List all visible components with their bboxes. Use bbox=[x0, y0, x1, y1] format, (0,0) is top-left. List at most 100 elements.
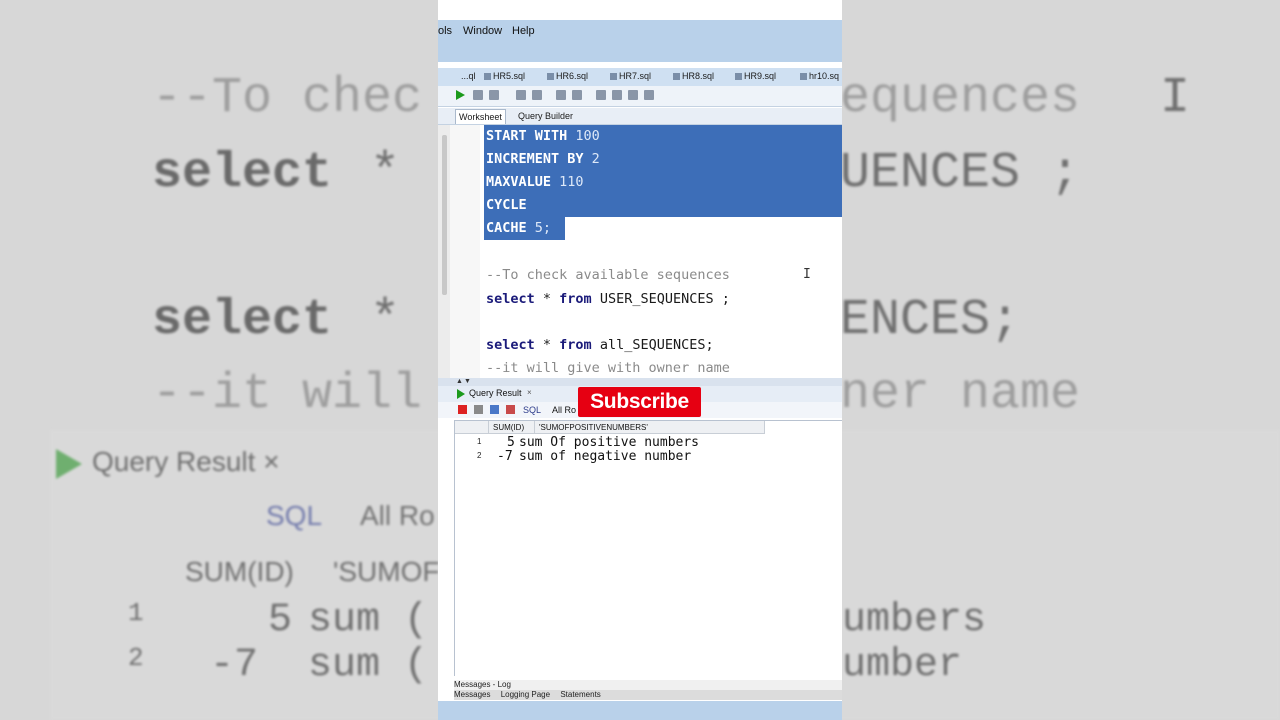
editor-gutter bbox=[438, 125, 450, 378]
tab-query-result[interactable]: Query Result bbox=[469, 388, 522, 398]
cell-text-1[interactable]: sum Of positive numbers bbox=[519, 435, 699, 450]
sql-history-icon[interactable] bbox=[628, 90, 638, 100]
tab-worksheet[interactable]: Worksheet bbox=[455, 109, 506, 124]
bg-select2-right: ENCES; bbox=[840, 292, 1021, 349]
sql-file-icon bbox=[610, 73, 617, 81]
rollback-icon[interactable] bbox=[572, 90, 582, 100]
bg-comment-right: equences bbox=[840, 70, 1081, 127]
collapse-up-icon[interactable]: ▲ bbox=[456, 378, 463, 385]
subscribe-badge[interactable]: Subscribe bbox=[578, 387, 701, 417]
bg-r1-t: sum ( bbox=[308, 598, 429, 643]
query-result-run-icon bbox=[457, 389, 465, 399]
bg-select2: select bbox=[152, 292, 333, 349]
run-statement-icon[interactable] bbox=[456, 90, 465, 100]
text-cursor-icon: I bbox=[803, 267, 811, 282]
menu-tools[interactable]: ols bbox=[438, 25, 452, 37]
code-line-start-with: START WITH 100 bbox=[486, 128, 600, 144]
code-line-cache: CACHE 5; bbox=[486, 220, 552, 236]
explain-plan-icon[interactable] bbox=[516, 90, 526, 100]
sql-button[interactable]: SQL bbox=[523, 405, 541, 415]
code-line-maxvalue: MAXVALUE 110 bbox=[486, 174, 584, 190]
file-tab-hr7[interactable]: HR7.sql bbox=[610, 71, 651, 81]
bg-sql: SQL bbox=[266, 500, 323, 531]
tab-logging-page[interactable]: Logging Page bbox=[501, 690, 550, 699]
worksheet-subtabs: Worksheet Query Builder bbox=[438, 108, 842, 125]
window-bottom-strip bbox=[438, 701, 842, 720]
bg-r1-n: 1 bbox=[128, 598, 144, 628]
code-comment-owner-name: --it will give with owner name bbox=[486, 360, 730, 376]
bg-r2-n: 2 bbox=[128, 643, 144, 673]
unshared-sql-icon[interactable] bbox=[596, 90, 606, 100]
bg-r2-right: umber bbox=[842, 643, 963, 688]
result-grid: SUM(ID) 'SUMOFPOSITIVENUMBERS' 1 5 sum O… bbox=[454, 420, 842, 676]
bg-select1-right: UENCES ; bbox=[840, 145, 1081, 202]
row-number-2: 2 bbox=[477, 451, 482, 460]
run-script-icon[interactable] bbox=[473, 90, 483, 100]
bg-r1-v: 5 bbox=[268, 598, 293, 643]
code-comment-check-sequences: --To check available sequences bbox=[486, 267, 730, 283]
menu-help[interactable]: Help bbox=[512, 25, 535, 37]
bg-col2: 'SUMOFI bbox=[333, 556, 448, 587]
bg-select1: select bbox=[152, 145, 333, 202]
cell-sum-2[interactable]: -7 bbox=[497, 449, 513, 464]
format-icon[interactable] bbox=[644, 90, 654, 100]
bg-col1: SUM(ID) bbox=[185, 556, 294, 587]
bg-r2-v: -7 bbox=[210, 643, 259, 688]
bg-star2: * bbox=[370, 292, 401, 349]
row-number-1: 1 bbox=[477, 437, 482, 446]
sql-editor[interactable]: START WITH 100 INCREMENT BY 2 MAXVALUE 1… bbox=[438, 125, 842, 378]
bg-cursor: I bbox=[1160, 70, 1191, 127]
clear-icon[interactable] bbox=[612, 90, 622, 100]
pin-icon[interactable] bbox=[458, 405, 467, 414]
bg-comment2-right: ner name bbox=[840, 366, 1081, 423]
log-tabs: Messages Logging Page Statements bbox=[454, 690, 842, 700]
tab-query-builder[interactable]: Query Builder bbox=[518, 111, 573, 121]
file-tab-hr10[interactable]: hr10.sq bbox=[800, 71, 839, 81]
code-line-cycle: CYCLE bbox=[486, 197, 527, 213]
sql-file-icon bbox=[484, 73, 491, 81]
tab-statements[interactable]: Statements bbox=[560, 690, 600, 699]
autotrace-icon[interactable] bbox=[489, 90, 499, 100]
sql-file-icon bbox=[673, 73, 680, 81]
code-select-user-sequences: select * from USER_SEQUENCES ; bbox=[486, 291, 730, 307]
messages-log-bar: Messages - Log bbox=[454, 680, 842, 690]
column-header-sum-id[interactable]: SUM(ID) bbox=[489, 421, 535, 434]
code-line-increment-by: INCREMENT BY 2 bbox=[486, 151, 600, 167]
file-tab-hr5[interactable]: HR5.sql bbox=[484, 71, 525, 81]
file-tab-hr9[interactable]: HR9.sql bbox=[735, 71, 776, 81]
sql-file-icon bbox=[547, 73, 554, 81]
sql-tuning-icon[interactable] bbox=[532, 90, 542, 100]
file-tabs: ...ql HR5.sql HR6.sql HR7.sql HR8.sql HR… bbox=[438, 68, 842, 87]
sql-file-icon bbox=[735, 73, 742, 81]
file-tab-hr6[interactable]: HR6.sql bbox=[547, 71, 588, 81]
cell-text-2[interactable]: sum of negative number bbox=[519, 449, 691, 464]
sql-developer-window: ols Window Help ...ql HR5.sql HR6.sql HR… bbox=[438, 0, 842, 720]
bg-result-tab: Query Result × bbox=[56, 446, 280, 479]
line-number-gutter bbox=[450, 125, 480, 378]
collapse-down-icon[interactable]: ▼ bbox=[464, 378, 471, 385]
column-header-sumofpositivenumbers[interactable]: 'SUMOFPOSITIVENUMBERS' bbox=[535, 421, 765, 434]
commit-icon[interactable] bbox=[556, 90, 566, 100]
bg-r1-right: umbers bbox=[842, 598, 987, 643]
bg-star1: * bbox=[370, 145, 401, 202]
code-select-all-sequences: select * from all_SEQUENCES; bbox=[486, 337, 714, 353]
print-icon[interactable] bbox=[474, 405, 483, 414]
editor-scrollbar[interactable] bbox=[442, 135, 447, 295]
panel-splitter[interactable]: ▲ ▼ bbox=[438, 378, 842, 386]
bg-r2-t: sum ( bbox=[308, 643, 429, 688]
refresh-icon[interactable] bbox=[490, 405, 499, 414]
tab-messages[interactable]: Messages bbox=[454, 690, 490, 699]
menu-bar: ols Window Help bbox=[438, 20, 842, 62]
bg-allrows: All Ro bbox=[360, 500, 435, 531]
file-tab-hr8[interactable]: HR8.sql bbox=[673, 71, 714, 81]
bg-comment: --To chec bbox=[152, 70, 423, 127]
cell-sum-1[interactable]: 5 bbox=[507, 435, 515, 450]
sql-file-icon bbox=[800, 73, 807, 81]
worksheet-toolbar bbox=[438, 86, 842, 107]
bg-comment2: --it will bbox=[152, 366, 423, 423]
all-rows-fetched-label: All Ro bbox=[552, 405, 577, 415]
menu-window[interactable]: Window bbox=[463, 25, 502, 37]
close-result-tab-icon[interactable]: × bbox=[527, 388, 532, 397]
file-tab-0[interactable]: ...ql bbox=[461, 71, 476, 81]
cancel-query-icon[interactable] bbox=[506, 405, 515, 414]
